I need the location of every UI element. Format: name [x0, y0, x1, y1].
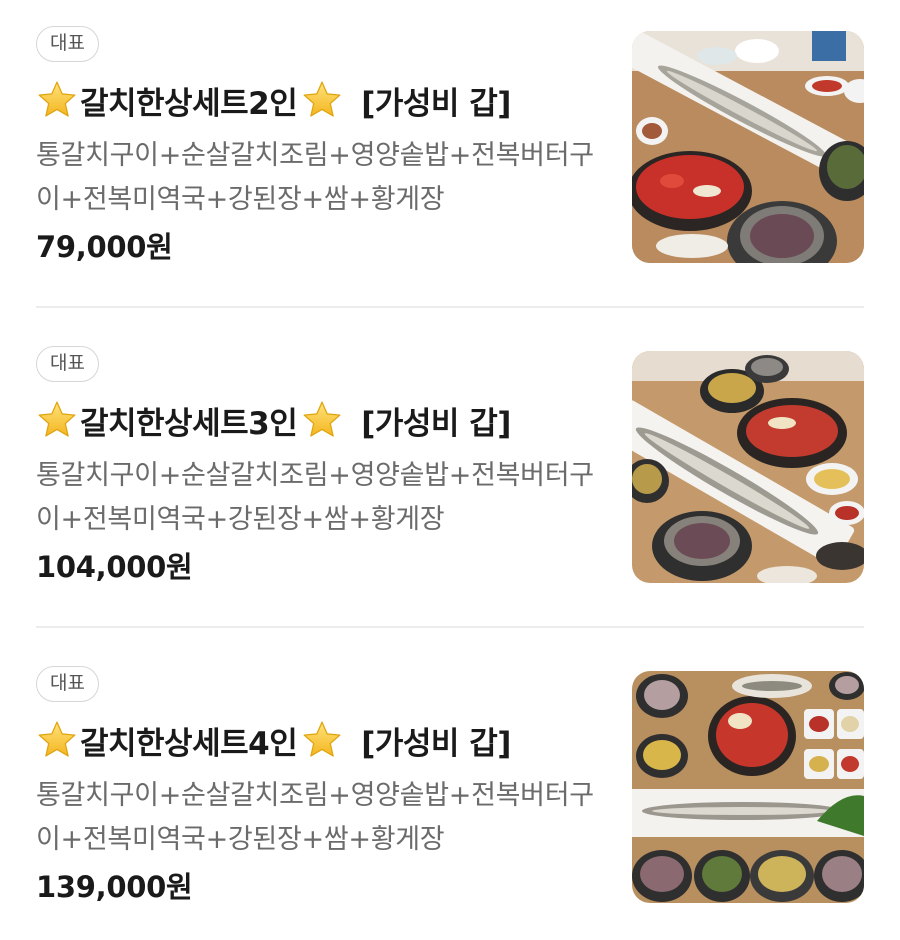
star-icon [301, 399, 343, 441]
menu-item-description: 통갈치구이+순살갈치조림+영양솥밥+전복버터구이+전복미역국+강된장+쌈+황게장 [36, 140, 594, 215]
food-photo-icon[interactable] [632, 671, 864, 903]
representative-badge: 대표 [36, 666, 99, 702]
menu-item-price: 104,000원 [36, 550, 193, 584]
menu-item-price: 139,000원 [36, 870, 193, 904]
menu-item[interactable]: 대표 갈치한상세트4인 [가성비 갑] 통갈치구이+순살갈치조림+영양솥밥+전복… [36, 666, 864, 904]
menu-item-tag: [가성비 갑] [361, 725, 511, 762]
divider [36, 626, 864, 628]
star-icon [301, 79, 343, 121]
menu-item-tag: [가성비 갑] [361, 85, 511, 122]
menu-item-tag: [가성비 갑] [361, 405, 511, 442]
menu-item-description: 통갈치구이+순살갈치조림+영양솥밥+전복버터구이+전복미역국+강된장+쌈+황게장 [36, 460, 594, 535]
menu-item-name: 갈치한상세트2인 [80, 85, 298, 122]
star-icon [36, 79, 78, 121]
star-icon [36, 719, 78, 761]
star-icon [36, 399, 78, 441]
representative-badge: 대표 [36, 26, 99, 62]
food-photo-icon[interactable] [632, 351, 864, 583]
menu-item-price: 79,000원 [36, 230, 173, 264]
menu-item-title: 갈치한상세트3인 [가성비 갑] [36, 396, 511, 444]
menu-item-name: 갈치한상세트3인 [80, 405, 298, 442]
menu-item[interactable]: 대표 갈치한상세트3인 [가성비 갑] 통갈치구이+순살갈치조림+영양솥밥+전복… [36, 346, 864, 584]
representative-badge: 대표 [36, 346, 99, 382]
menu-item-title: 갈치한상세트2인 [가성비 갑] [36, 76, 511, 124]
menu-item-name: 갈치한상세트4인 [80, 725, 298, 762]
menu-item[interactable]: 대표 갈치한상세트2인 [가성비 갑] 통갈치구이+순살갈치조림+영양솥밥+전복… [36, 26, 864, 264]
food-photo-icon[interactable] [632, 31, 864, 263]
divider [36, 306, 864, 308]
star-icon [301, 719, 343, 761]
menu-item-title: 갈치한상세트4인 [가성비 갑] [36, 716, 511, 764]
menu-item-description: 통갈치구이+순살갈치조림+영양솥밥+전복버터구이+전복미역국+강된장+쌈+황게장 [36, 780, 594, 855]
